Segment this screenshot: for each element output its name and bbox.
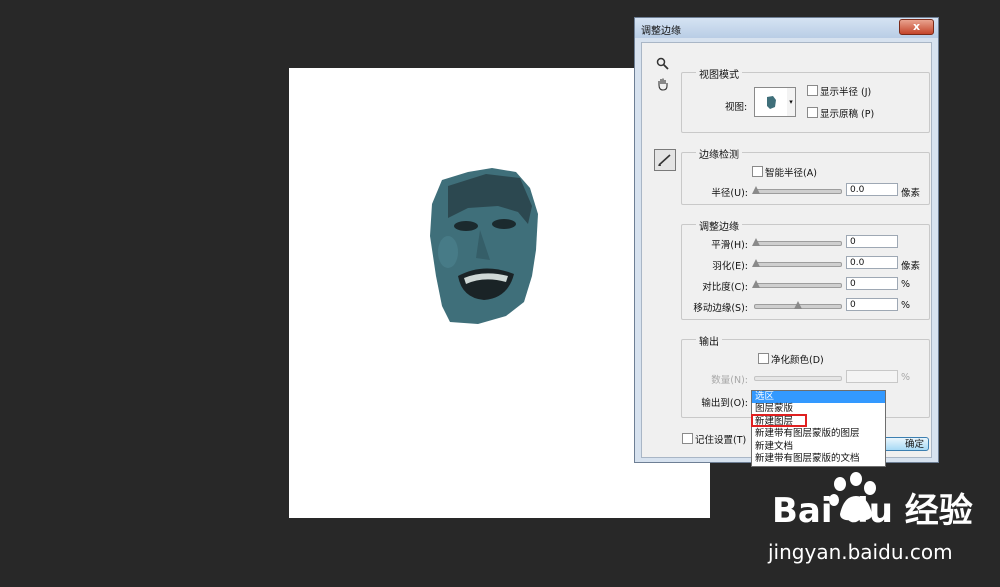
dialog-title: 调整边缘 xyxy=(641,26,681,37)
show-original-label: 显示原稿 (P) xyxy=(820,109,875,120)
smart-radius-checkbox[interactable] xyxy=(752,166,763,177)
view-mode-label: 视图模式 xyxy=(696,66,742,81)
radius-label: 半径(U): xyxy=(711,188,748,199)
view-mode-group: 视图模式 视图: ▾ 显示半径 (J) 显示原稿 (P) xyxy=(681,66,930,133)
shift-edge-unit: % xyxy=(901,300,911,311)
edge-detection-label: 边缘检测 xyxy=(696,146,742,161)
feather-slider[interactable] xyxy=(752,259,842,267)
feather-slider-thumb[interactable] xyxy=(752,259,760,267)
option-selection[interactable]: 选区 xyxy=(752,391,885,403)
annotation-highlight-box xyxy=(751,414,807,427)
show-original-checkbox[interactable] xyxy=(807,107,818,118)
shift-edge-slider[interactable] xyxy=(754,301,842,309)
feather-label: 羽化(E): xyxy=(712,261,748,272)
face-cutout-image xyxy=(430,168,538,324)
remember-settings-checkbox[interactable] xyxy=(682,433,693,444)
feather-unit: 像素 xyxy=(901,261,921,272)
view-thumbnail[interactable] xyxy=(754,87,788,117)
view-label: 视图: xyxy=(725,102,748,113)
show-radius-label: 显示半径 (J) xyxy=(820,87,872,98)
amount-slider xyxy=(754,376,842,381)
amount-unit: % xyxy=(901,372,911,383)
radius-slider-thumb[interactable] xyxy=(752,186,760,194)
smooth-slider[interactable] xyxy=(752,238,842,246)
smooth-input[interactable]: 0 xyxy=(846,235,898,248)
radius-input[interactable]: 0.0 xyxy=(846,183,898,196)
adjust-edge-group: 调整边缘 平滑(H): 0 羽化(E): 0.0 像素 对比度(C): 0 % … xyxy=(681,218,930,320)
radius-slider[interactable] xyxy=(752,186,842,194)
option-new-document-with-mask[interactable]: 新建带有图层蒙版的文档 xyxy=(752,453,885,465)
dialog-titlebar[interactable]: 调整边缘 x xyxy=(635,18,938,38)
smooth-label: 平滑(H): xyxy=(711,240,748,251)
show-radius-checkbox[interactable] xyxy=(807,85,818,96)
smart-radius-label: 智能半径(A) xyxy=(765,168,817,179)
adjust-edge-label: 调整边缘 xyxy=(696,218,742,233)
zoom-icon[interactable] xyxy=(656,57,669,73)
close-button[interactable]: x xyxy=(899,19,934,35)
output-label: 输出 xyxy=(696,333,722,348)
shift-edge-label: 移动边缘(S): xyxy=(693,303,748,314)
radius-unit: 像素 xyxy=(901,188,921,199)
output-to-dropdown-list: 选区 图层蒙版 新建图层 新建带有图层蒙版的图层 新建文档 新建带有图层蒙版的文… xyxy=(751,390,886,467)
ok-button[interactable]: 确定 xyxy=(879,437,929,451)
option-new-document[interactable]: 新建文档 xyxy=(752,441,885,453)
output-to-label: 输出到(O): xyxy=(701,398,748,409)
decontaminate-checkbox[interactable] xyxy=(758,353,769,364)
contrast-input[interactable]: 0 xyxy=(846,277,898,290)
baidu-jingyan-logo: Bai du 经验 xyxy=(772,491,973,531)
dropdown-arrow-icon[interactable]: ▾ xyxy=(787,87,796,117)
contrast-slider-thumb[interactable] xyxy=(752,280,760,288)
shift-edge-input[interactable]: 0 xyxy=(846,298,898,311)
remember-settings-label: 记住设置(T) xyxy=(695,435,747,446)
edge-detection-group: 边缘检测 智能半径(A) 半径(U): 0.0 像素 xyxy=(681,146,930,205)
decontaminate-label: 净化颜色(D) xyxy=(771,355,824,366)
amount-input xyxy=(846,370,898,383)
contrast-label: 对比度(C): xyxy=(702,282,748,293)
option-new-layer-with-mask[interactable]: 新建带有图层蒙版的图层 xyxy=(752,428,885,440)
contrast-slider[interactable] xyxy=(752,280,842,288)
baidu-jingyan-url: jingyan.baidu.com xyxy=(768,540,953,564)
feather-input[interactable]: 0.0 xyxy=(846,256,898,269)
amount-label: 数量(N): xyxy=(711,375,748,386)
contrast-unit: % xyxy=(901,279,911,290)
smooth-slider-thumb[interactable] xyxy=(752,238,760,246)
refine-radius-brush-icon[interactable] xyxy=(654,149,676,171)
hand-icon[interactable] xyxy=(656,77,670,94)
shift-edge-slider-thumb[interactable] xyxy=(794,301,802,309)
